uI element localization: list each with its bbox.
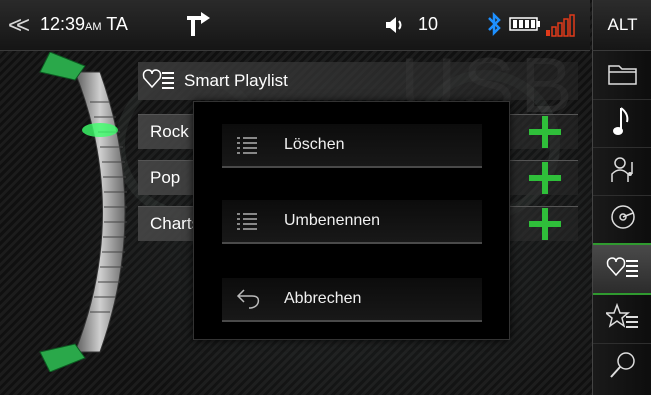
artist-icon [608, 154, 638, 189]
rail-favorites-button[interactable] [593, 295, 651, 344]
cancel-label: Abbrechen [284, 290, 362, 307]
clock-time: 12:39 [40, 14, 86, 34]
volume-level: 10 [418, 14, 439, 34]
list-header: Smart Playlist [138, 62, 578, 100]
add-icon[interactable] [525, 158, 565, 198]
rename-button[interactable]: Umbenennen [222, 200, 482, 244]
undo-arrow-icon [236, 288, 264, 310]
turn-arrow-icon [183, 10, 213, 43]
options-popup: Löschen Umbenennen Abbrechen [193, 101, 510, 340]
heart-list-icon [142, 68, 176, 95]
battery-icon [509, 17, 541, 36]
rename-label: Umbenennen [284, 212, 381, 229]
cancel-button[interactable]: Abbrechen [222, 278, 482, 322]
delete-button[interactable]: Löschen [222, 124, 482, 168]
clock-ampm: AM [85, 21, 102, 33]
clock: 12:39AM TA [40, 14, 128, 35]
album-disc-icon [609, 203, 637, 236]
bluetooth-icon [486, 11, 502, 42]
category-rail [592, 51, 651, 395]
alt-button[interactable]: ALT [592, 0, 651, 51]
search-icon [608, 350, 638, 385]
rail-search-button[interactable] [593, 343, 651, 391]
rail-songs-button[interactable] [593, 99, 651, 148]
list-title: Smart Playlist [184, 71, 288, 90]
delete-label: Löschen [284, 136, 345, 153]
rail-smart-playlist-button[interactable] [593, 243, 651, 295]
add-icon[interactable] [525, 204, 565, 244]
list-icon [236, 136, 264, 154]
list-item-label: Rock [150, 122, 189, 141]
status-bar: << 12:39AM TA 10 [0, 0, 590, 51]
folder-icon [607, 60, 639, 91]
add-icon[interactable] [525, 112, 565, 152]
rail-folder-button[interactable] [593, 51, 651, 100]
media-screen: USB << 12:39AM TA 10 ALT [0, 0, 651, 395]
signal-strength-icon [545, 12, 581, 43]
star-list-icon [603, 302, 640, 336]
heart-list-icon [606, 255, 640, 284]
traffic-announcement-label: TA [106, 14, 128, 34]
rail-albums-button[interactable] [593, 195, 651, 244]
music-note-icon [611, 104, 635, 143]
back-icon[interactable]: << [8, 12, 30, 40]
rail-artists-button[interactable] [593, 147, 651, 196]
list-icon [236, 212, 264, 230]
list-item-label: Pop [150, 168, 181, 187]
volume-icon [384, 15, 406, 40]
scroll-wheel[interactable] [20, 52, 130, 372]
